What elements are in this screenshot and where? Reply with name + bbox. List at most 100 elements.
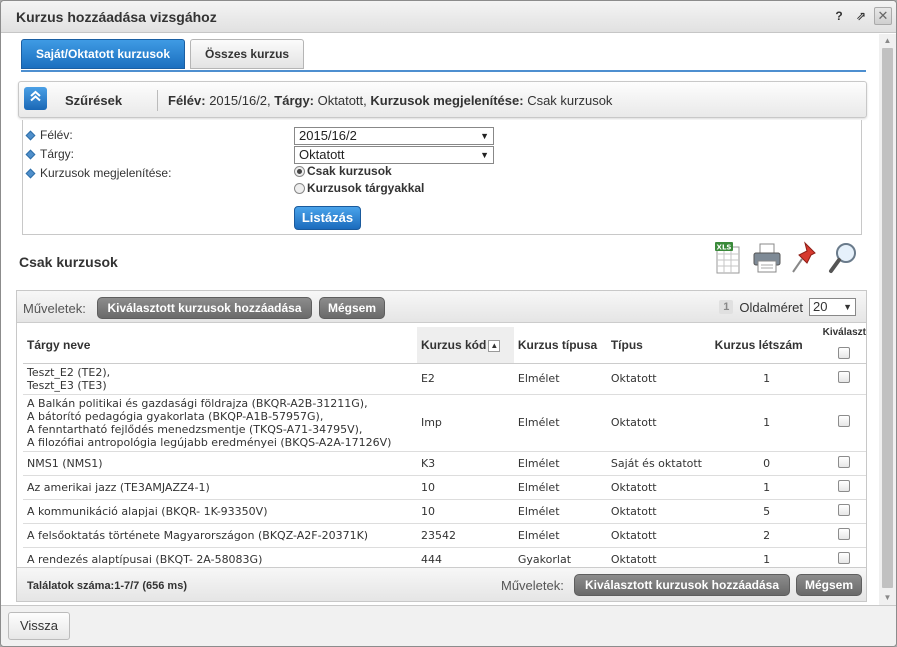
semester-select[interactable]: 2015/16/2 ▼: [294, 127, 494, 145]
semester-label: Félév:: [40, 128, 73, 142]
popout-icon[interactable]: ⇗: [852, 7, 870, 25]
code-cell: 23542: [416, 523, 514, 548]
subject-cell: NMS1 (NMS1): [23, 451, 417, 476]
subject-select-value: Oktatott: [299, 147, 345, 162]
display-label: Kurzusok megjelenítése:: [40, 166, 172, 180]
col-headcount[interactable]: Kurzus létszám: [710, 327, 819, 364]
display-row: Kurzusok megjelenítése:: [25, 166, 171, 180]
headcount-cell: 2: [710, 523, 819, 548]
table-row[interactable]: A kommunikáció alapjai (BKQR- 1K-93350V)…: [23, 499, 866, 524]
back-button[interactable]: Vissza: [8, 612, 70, 640]
collapse-filter-button[interactable]: [24, 87, 47, 110]
add-selected-courses-button-bottom[interactable]: Kiválasztott kurzusok hozzáadása: [574, 574, 790, 596]
summary-subject-label: Tárgy:: [274, 93, 315, 108]
dropdown-arrow-icon: ▼: [480, 150, 489, 160]
col-course-code[interactable]: Kurzus kód ▲: [416, 327, 514, 364]
select-all-checkbox[interactable]: [838, 347, 851, 360]
code-cell: Imp: [416, 394, 514, 452]
cancel-button-bottom[interactable]: Mégsem: [796, 574, 862, 596]
filter-label: Szűrések: [65, 93, 123, 108]
cancel-button[interactable]: Mégsem: [319, 297, 385, 319]
type-cell: Oktatott: [606, 394, 711, 452]
filter-summary: Félév: 2015/16/2, Tárgy: Oktatott, Kurzu…: [168, 93, 613, 108]
summary-subject-value: Oktatott: [317, 93, 364, 108]
list-button[interactable]: Listázás: [294, 206, 361, 230]
course-type-cell: Elmélet: [513, 499, 607, 524]
grid-toolbar: XLS: [714, 241, 858, 275]
filter-separator: [157, 90, 158, 111]
course-type-cell: Elmélet: [513, 394, 607, 452]
grid-top-bar: Műveletek: Kiválasztott kurzusok hozzáad…: [17, 291, 866, 323]
table-row[interactable]: A Balkán politikai és gazdasági földrajz…: [23, 394, 866, 452]
row-select-checkbox[interactable]: [838, 527, 851, 540]
pin-icon[interactable]: [790, 241, 820, 275]
row-select-checkbox[interactable]: [838, 479, 851, 492]
table-row[interactable]: A felsőoktatás története Magyarországon …: [23, 523, 866, 548]
dialog-title: Kurzus hozzáadása vizsgához: [16, 9, 217, 25]
excel-export-icon[interactable]: XLS: [714, 241, 744, 275]
page-number[interactable]: 1: [719, 300, 734, 314]
summary-semester-label: Félév:: [168, 93, 206, 108]
search-magnifier-icon[interactable]: [828, 241, 858, 275]
type-cell: Oktatott: [606, 475, 711, 500]
diamond-bullet-icon: [25, 168, 36, 178]
table-row[interactable]: NMS1 (NMS1) K3 Elmélet Saját és oktatott…: [23, 451, 866, 476]
semester-row: Félév:: [25, 128, 73, 142]
summary-semester-value: 2015/16/2: [209, 93, 268, 108]
table-row[interactable]: Az amerikai jazz (TE3AMJAZZ4-1) 10 Elmél…: [23, 475, 866, 500]
tab-underline: [21, 70, 866, 72]
row-select-checkbox[interactable]: [838, 371, 851, 383]
svg-text:XLS: XLS: [717, 244, 732, 252]
radio-button-unchecked[interactable]: [294, 182, 305, 194]
radio-courses-with-subjects[interactable]: Kurzusok tárgyakkal: [294, 181, 424, 195]
dialog-window: Kurzus hozzáadása vizsgához ? ⇗ ✕ Saját/…: [0, 0, 897, 647]
headcount-cell: 5: [710, 499, 819, 524]
code-cell: E2: [416, 363, 514, 395]
subject-row: Tárgy:: [25, 147, 74, 161]
code-cell: K3: [416, 451, 514, 476]
row-select-checkbox[interactable]: [838, 455, 851, 468]
col-type[interactable]: Típus: [606, 327, 711, 364]
course-type-cell: Elmélet: [513, 475, 607, 500]
page-size-select[interactable]: 20 ▼: [809, 298, 856, 316]
tab-all-courses[interactable]: Összes kurzus: [190, 39, 305, 69]
add-selected-courses-button[interactable]: Kiválasztott kurzusok hozzáadása: [97, 297, 312, 319]
sort-ascending-icon[interactable]: ▲: [488, 339, 501, 352]
grid-bottom-bar: Találatok száma:1-7/7 (656 ms) Műveletek…: [17, 567, 866, 601]
double-chevron-up-icon: [30, 90, 41, 105]
subject-label: Tárgy:: [40, 147, 75, 161]
type-cell: Oktatott: [606, 363, 711, 395]
row-select-checkbox[interactable]: [838, 415, 851, 427]
subject-cell: A Balkán politikai és gazdasági földrajz…: [23, 394, 417, 452]
tab-own-courses[interactable]: Saját/Oktatott kurzusok: [21, 39, 186, 69]
diamond-bullet-icon: [25, 130, 36, 140]
col-select: Kiválaszt: [818, 327, 866, 364]
semester-select-value: 2015/16/2: [299, 128, 357, 143]
subject-select[interactable]: Oktatott ▼: [294, 146, 494, 164]
subject-cell: Az amerikai jazz (TE3AMJAZZ4-1): [23, 475, 417, 500]
help-icon[interactable]: ?: [830, 7, 848, 25]
scrollbar-thumb[interactable]: [882, 48, 893, 588]
table-row[interactable]: Teszt_E2 (TE2), Teszt_E3 (TE3) E2 Elmélet…: [23, 363, 866, 395]
vertical-scrollbar[interactable]: ▲ ▼: [879, 34, 896, 605]
scroll-up-arrow-icon[interactable]: ▲: [879, 34, 896, 48]
course-type-cell: Elmélet: [513, 523, 607, 548]
radio-only-courses[interactable]: Csak kurzusok: [294, 164, 392, 178]
pager: 1 Oldalméret 20 ▼: [719, 298, 856, 316]
radio-button-checked[interactable]: [294, 165, 305, 177]
tab-bar: Saját/Oktatott kurzusok Összes kurzus: [21, 39, 305, 69]
row-select-checkbox[interactable]: [838, 503, 851, 516]
close-icon[interactable]: ✕: [874, 7, 892, 25]
code-cell: 10: [416, 475, 514, 500]
operations-label: Műveletek:: [23, 301, 86, 316]
type-cell: Saját és oktatott: [606, 451, 711, 476]
col-course-type[interactable]: Kurzus típusa: [513, 327, 607, 364]
section-title: Csak kurzusok: [19, 254, 118, 270]
course-type-cell: Elmélet: [513, 363, 607, 395]
row-select-checkbox[interactable]: [838, 551, 851, 564]
print-icon[interactable]: [752, 241, 782, 275]
page-size-value: 20: [813, 299, 828, 314]
scroll-down-arrow-icon[interactable]: ▼: [879, 591, 896, 605]
headcount-cell: 1: [710, 394, 819, 452]
col-subject-name[interactable]: Tárgy neve: [23, 327, 417, 364]
